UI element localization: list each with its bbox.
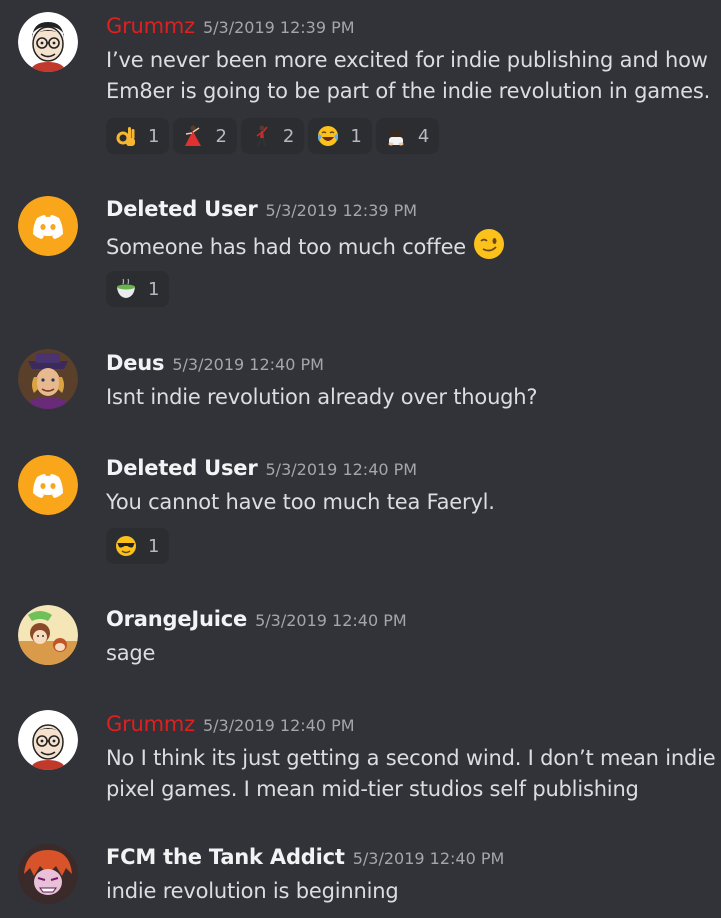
message-content: No I think its just getting a second win… bbox=[106, 743, 716, 805]
avatar[interactable] bbox=[18, 12, 78, 72]
message-line: Someone has had too much coffee bbox=[106, 235, 467, 259]
author-name[interactable]: FCM the Tank Addict bbox=[106, 845, 345, 869]
reactions-bar: 1 2 2 1 4 bbox=[106, 118, 440, 154]
orangejuice-avatar-icon bbox=[18, 605, 78, 665]
author-name[interactable]: OrangeJuice bbox=[106, 607, 247, 631]
message-content: Isnt indie revolution already over thoug… bbox=[106, 382, 538, 413]
avatar[interactable] bbox=[18, 605, 78, 665]
reaction-count: 1 bbox=[148, 278, 160, 300]
reactions-bar: 1 bbox=[106, 528, 170, 564]
avatar[interactable] bbox=[18, 349, 78, 409]
dancer-icon bbox=[185, 125, 202, 146]
sunglasses-icon bbox=[116, 536, 136, 556]
timestamp: 5/3/2019 12:40 PM bbox=[265, 460, 418, 479]
message-line: pixel games. I mean mid-tier studios sel… bbox=[106, 777, 639, 801]
reaction-button[interactable]: 2 bbox=[173, 118, 237, 154]
joy-icon bbox=[318, 126, 339, 146]
message-line: I’ve never been more excited for indie p… bbox=[106, 48, 708, 72]
message-line: Isnt indie revolution already over thoug… bbox=[106, 385, 538, 409]
author-name[interactable]: Grummz bbox=[106, 14, 195, 38]
fcm-avatar-icon bbox=[18, 844, 78, 904]
reaction-button[interactable]: 2 bbox=[240, 118, 305, 154]
reactions-bar: 1 bbox=[106, 271, 170, 307]
reaction-count: 1 bbox=[350, 125, 362, 147]
deus-avatar-icon bbox=[18, 349, 78, 409]
author-name[interactable]: Deus bbox=[106, 351, 165, 375]
avatar[interactable] bbox=[18, 455, 78, 515]
reaction-count: 4 bbox=[417, 125, 430, 147]
message-line: sage bbox=[106, 641, 156, 665]
reaction-count: 2 bbox=[282, 125, 295, 147]
avatar[interactable] bbox=[18, 196, 78, 256]
reaction-button[interactable]: 1 bbox=[106, 118, 170, 154]
grummz-avatar-icon bbox=[18, 710, 78, 770]
man-bowing-icon bbox=[388, 130, 404, 146]
message-content: Someone has had too much coffee bbox=[106, 228, 505, 263]
message-content: indie revolution is beginning bbox=[106, 876, 399, 907]
avatar[interactable] bbox=[18, 844, 78, 904]
timestamp: 5/3/2019 12:39 PM bbox=[202, 18, 355, 37]
reaction-count: 1 bbox=[148, 535, 160, 557]
message-line: You cannot have too much tea Faeryl. bbox=[106, 490, 495, 514]
timestamp: 5/3/2019 12:40 PM bbox=[352, 849, 505, 868]
timestamp: 5/3/2019 12:39 PM bbox=[265, 201, 418, 220]
man-dancing-icon bbox=[256, 125, 268, 147]
message-line: Em8er is going to be part of the indie r… bbox=[106, 79, 711, 103]
timestamp: 5/3/2019 12:40 PM bbox=[202, 716, 355, 735]
author-name[interactable]: Grummz bbox=[106, 712, 195, 736]
message-content: sage bbox=[106, 638, 155, 669]
ok-hand-icon bbox=[116, 127, 135, 146]
reaction-button[interactable]: 1 bbox=[106, 528, 170, 564]
message-line: indie revolution is beginning bbox=[106, 879, 399, 903]
reaction-count: 2 bbox=[215, 125, 227, 147]
grummz-avatar-icon bbox=[18, 12, 78, 72]
message-content: I’ve never been more excited for indie p… bbox=[106, 45, 710, 107]
author-name[interactable]: Deleted User bbox=[106, 456, 258, 480]
reaction-button[interactable]: 4 bbox=[375, 118, 440, 154]
reaction-count: 1 bbox=[148, 125, 160, 147]
timestamp: 5/3/2019 12:40 PM bbox=[255, 611, 407, 630]
wink-icon bbox=[473, 229, 504, 259]
timestamp: 5/3/2019 12:40 PM bbox=[172, 355, 324, 374]
discord-logo-icon bbox=[18, 455, 78, 515]
reaction-button[interactable]: 1 bbox=[106, 271, 170, 307]
author-name[interactable]: Deleted User bbox=[106, 197, 258, 221]
avatar[interactable] bbox=[18, 710, 78, 770]
message-content: You cannot have too much tea Faeryl. bbox=[106, 487, 495, 518]
tea-icon bbox=[117, 278, 135, 298]
reaction-button[interactable]: 1 bbox=[308, 118, 372, 154]
discord-logo-icon bbox=[18, 196, 78, 256]
message-line: No I think its just getting a second win… bbox=[106, 746, 716, 770]
